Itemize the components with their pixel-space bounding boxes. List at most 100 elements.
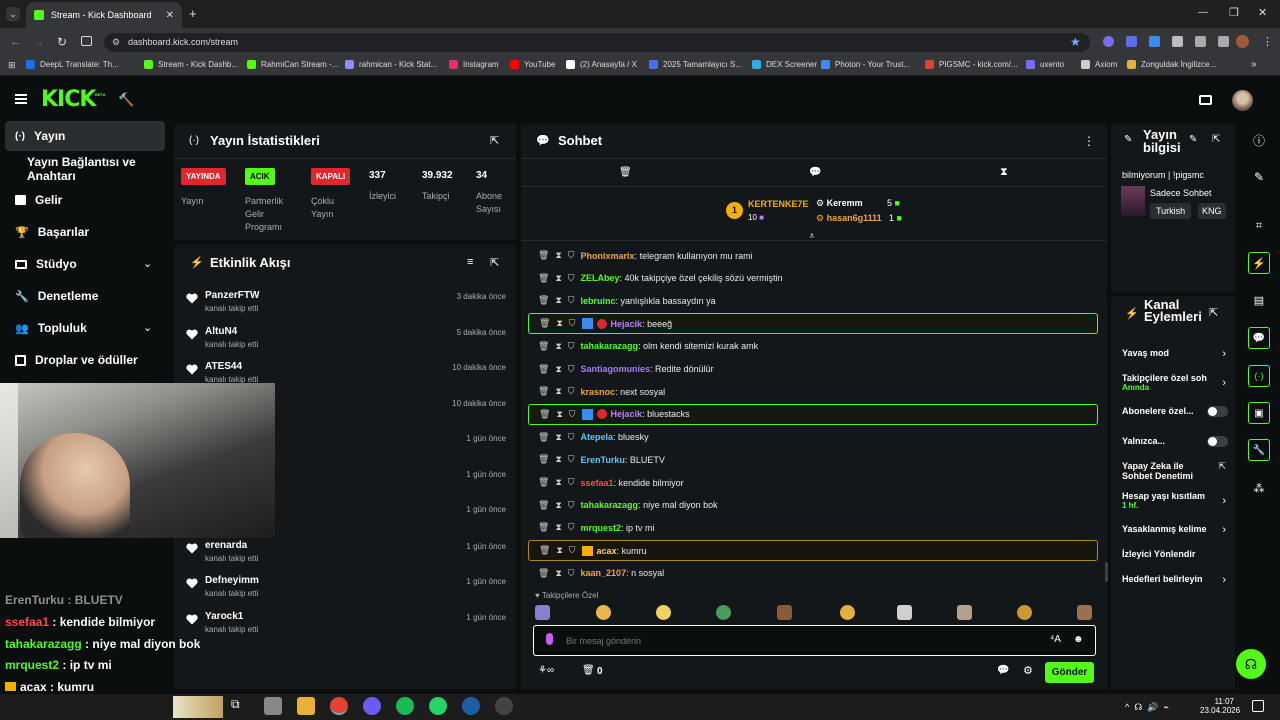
- timeout-hourglass-icon[interactable]: ⧗: [555, 500, 561, 511]
- tab-search-button[interactable]: ⌄: [6, 7, 20, 21]
- chat-message[interactable]: 🗑 ⧗ ⛉ Hejacik: beeeğ: [528, 313, 1098, 335]
- timeout-hourglass-icon[interactable]: ⧗: [555, 295, 561, 306]
- chat-username[interactable]: lebruinc: [581, 296, 616, 306]
- ban-shield-icon[interactable]: ⛉: [568, 432, 575, 443]
- apps-grid-icon[interactable]: ⊞: [8, 60, 16, 71]
- chat-username[interactable]: tahakarazagg: [581, 341, 639, 351]
- scan-icon[interactable]: ⌗: [1248, 215, 1270, 237]
- chat-username[interactable]: Phonixmarix: [581, 251, 635, 261]
- bookmark-item[interactable]: PIGSMC - kick.com/...: [925, 60, 1018, 69]
- users-infinity-icon[interactable]: ⚘∞: [538, 665, 554, 676]
- channel-action-item[interactable]: Hedefleri belirleyin ›: [1122, 574, 1226, 586]
- bookmark-item[interactable]: Instagram: [449, 60, 499, 69]
- send-button[interactable]: Gönder: [1045, 662, 1094, 683]
- broadcast-icon[interactable]: (·): [1248, 365, 1270, 387]
- edit-pencil-icon[interactable]: ✎: [1248, 166, 1270, 188]
- sidebar-item-topluluk[interactable]: 👥 Topluluk: [5, 313, 165, 343]
- chat-scrollbar[interactable]: [1105, 562, 1108, 582]
- system-tray-icons[interactable]: ^☊🔊⌁: [1125, 702, 1174, 713]
- emote[interactable]: [1017, 605, 1032, 620]
- chat-message[interactable]: 🗑 ⧗ ⛉ krasnoc: next sosyal: [528, 381, 1098, 402]
- chat-message[interactable]: 🗑 ⧗ ⛉ mrquest2: ip tv mi: [528, 517, 1098, 538]
- timeout-hourglass-icon[interactable]: ⧗: [555, 432, 561, 443]
- emote[interactable]: [535, 605, 550, 620]
- studio-icon[interactable]: [1199, 95, 1212, 105]
- emote[interactable]: [777, 605, 792, 620]
- shield-icon[interactable]: [1172, 36, 1183, 47]
- bookmark-item[interactable]: uxento: [1026, 60, 1064, 69]
- kick-logo[interactable]: KICK: [41, 87, 96, 112]
- chevron-down-icon[interactable]: ⌄: [143, 321, 152, 334]
- minimize-button[interactable]: —: [1198, 7, 1208, 18]
- delete-message-icon[interactable]: 🗑: [538, 522, 549, 533]
- timeout-hourglass-icon[interactable]: ⧗: [555, 386, 561, 397]
- whatsapp-icon[interactable]: [429, 697, 447, 715]
- bookmark-star-icon[interactable]: ★: [1070, 35, 1081, 49]
- weather-widget[interactable]: [173, 696, 223, 718]
- ban-shield-icon[interactable]: ⛉: [568, 273, 575, 284]
- third-gifter-name[interactable]: hasan6g1111: [827, 213, 882, 223]
- chrome-icon[interactable]: [330, 697, 348, 715]
- channel-action-item[interactable]: Yalnızca...: [1122, 436, 1228, 447]
- url-field[interactable]: [104, 33, 1090, 52]
- file-explorer-icon[interactable]: [297, 697, 315, 715]
- translate-icon[interactable]: ⁴A: [1050, 634, 1061, 645]
- emote[interactable]: [596, 605, 611, 620]
- sidebar-item-droplar[interactable]: Droplar ve ödüller: [5, 345, 165, 375]
- chat-message[interactable]: 🗑 ⧗ ⛉ ZELAbey: 40k takipçiye özel çekiliş s…: [528, 268, 1098, 289]
- popout-icon[interactable]: ⇱: [1212, 134, 1220, 145]
- chat-username[interactable]: mrquest2: [581, 523, 622, 533]
- ban-shield-icon[interactable]: ⛉: [568, 364, 575, 375]
- side-panel-icon[interactable]: [81, 36, 92, 46]
- chat-username[interactable]: ZELAbey: [581, 273, 620, 283]
- timeout-hourglass-icon[interactable]: ⧗: [555, 522, 561, 533]
- bookmark-item[interactable]: Axiom: [1081, 60, 1117, 69]
- delete-message-icon[interactable]: 🗑: [538, 364, 549, 375]
- studio-icon[interactable]: ▣: [1248, 402, 1270, 424]
- channel-action-item[interactable]: Yapay Zeka ile Sohbet Denetimi ⇱: [1122, 461, 1226, 481]
- delete-message-icon[interactable]: 🗑: [538, 568, 549, 579]
- delete-message-icon[interactable]: 🗑: [538, 454, 549, 465]
- chat-username[interactable]: Atepela: [581, 432, 614, 442]
- channel-action-item[interactable]: İzleyici Yönlendir: [1122, 549, 1226, 559]
- second-gifter-name[interactable]: Keremm: [827, 198, 863, 208]
- timeout-hourglass-icon[interactable]: ⧗: [555, 454, 561, 465]
- chat-message[interactable]: 🗑 ⧗ ⛉ acax: kumru: [528, 540, 1098, 562]
- category-name[interactable]: Sadece Sohbet: [1150, 188, 1212, 198]
- trash-icon[interactable]: 🗑: [619, 167, 632, 178]
- bookmark-item[interactable]: (2) Anasayfa / X: [566, 60, 637, 69]
- taskbar-app-icon[interactable]: [264, 697, 282, 715]
- bookmark-item[interactable]: Photon - Your Trust...: [821, 60, 910, 69]
- emote[interactable]: [656, 605, 671, 620]
- chat-message[interactable]: 🗑 ⧗ ⛉ Hejacik: bluestacks: [528, 403, 1098, 425]
- tag-chip[interactable]: KNG: [1198, 203, 1226, 219]
- timeout-hourglass-icon[interactable]: ⧗: [555, 477, 561, 488]
- maximize-button[interactable]: ❐: [1229, 6, 1239, 19]
- support-headset-icon[interactable]: ☊: [1236, 649, 1266, 679]
- close-tab-icon[interactable]: ✕: [166, 10, 174, 21]
- ban-shield-icon[interactable]: ⛉: [568, 250, 575, 261]
- chat-username[interactable]: ssefaa1: [581, 478, 614, 488]
- chat-username[interactable]: kaan_2107: [581, 568, 627, 578]
- info-icon[interactable]: ⓘ: [1248, 129, 1270, 151]
- emote[interactable]: [1077, 605, 1092, 620]
- delete-message-icon[interactable]: 🗑: [539, 545, 550, 556]
- toggle-switch[interactable]: [1207, 436, 1228, 447]
- filter-icon[interactable]: ≡: [467, 256, 473, 268]
- task-view-icon[interactable]: ⧉: [231, 697, 249, 715]
- delete-message-icon[interactable]: 🗑: [539, 318, 550, 329]
- chevron-down-icon[interactable]: ⌄: [143, 257, 152, 270]
- chat-username[interactable]: Hejacik: [611, 409, 643, 419]
- ban-shield-icon[interactable]: ⛉: [568, 500, 575, 511]
- menu-kebab-icon[interactable]: ⋮: [1262, 35, 1273, 48]
- toggle-switch[interactable]: [1207, 406, 1228, 417]
- bookmark-item[interactable]: 2025 Tamamlayıcı S...: [649, 60, 742, 69]
- chat-bubble-icon[interactable]: 💬: [1248, 327, 1270, 349]
- ban-shield-icon[interactable]: ⛉: [569, 545, 576, 556]
- new-tab-button[interactable]: +: [189, 6, 197, 21]
- delete-message-icon[interactable]: 🗑: [538, 386, 549, 397]
- activity-item[interactable]: Yarock1 kanalı takip etti 1 gün önce: [186, 611, 506, 645]
- bookmark-item[interactable]: YouTube: [510, 60, 555, 69]
- channel-action-item[interactable]: Hesap yaşı kısıtlam 1 hf. ›: [1122, 491, 1226, 510]
- timeout-hourglass-icon[interactable]: ⧗: [555, 273, 561, 284]
